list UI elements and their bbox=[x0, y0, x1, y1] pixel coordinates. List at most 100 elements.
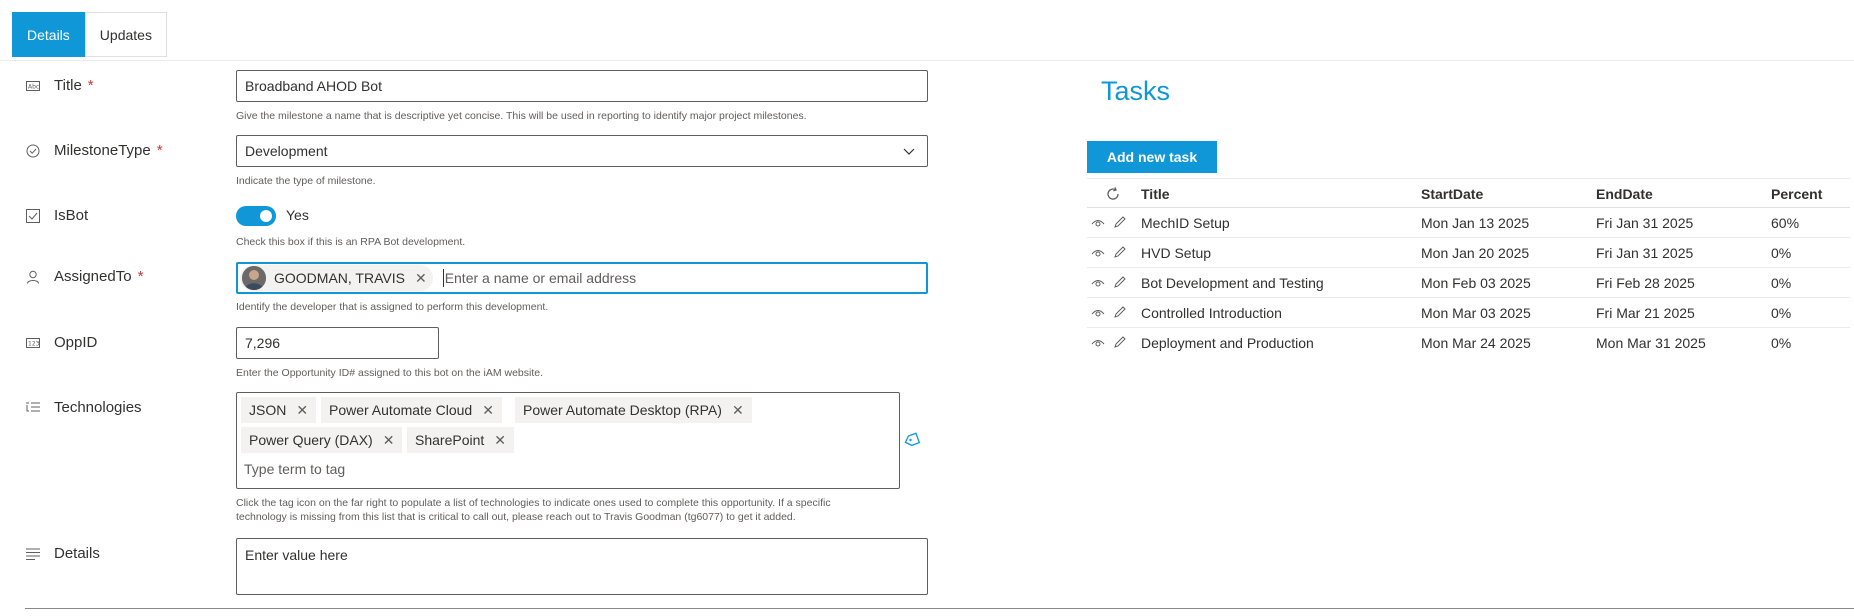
details-textarea[interactable]: Enter value here bbox=[236, 538, 928, 595]
tab-divider bbox=[0, 60, 1854, 61]
tag-power-query: Power Query (DAX) ✕ bbox=[241, 427, 403, 453]
edit-icon[interactable] bbox=[1113, 215, 1127, 232]
checkbox-icon bbox=[25, 208, 41, 224]
task-title: HVD Setup bbox=[1141, 245, 1212, 261]
technologies-help-2: technology is missing from this list tha… bbox=[236, 511, 796, 523]
remove-tag-icon[interactable]: ✕ bbox=[296, 402, 308, 419]
task-percent: 0% bbox=[1771, 335, 1792, 351]
person-icon bbox=[25, 269, 41, 285]
task-start: Mon Jan 13 2025 bbox=[1421, 215, 1530, 231]
bottom-divider bbox=[25, 608, 1854, 609]
avatar bbox=[242, 266, 266, 290]
chevron-down-icon bbox=[903, 144, 915, 160]
edit-icon[interactable] bbox=[1113, 335, 1127, 352]
tag-icon[interactable] bbox=[903, 432, 921, 451]
task-title: Bot Development and Testing bbox=[1141, 275, 1324, 291]
svg-text:123: 123 bbox=[28, 340, 40, 347]
check-circle-icon bbox=[25, 143, 41, 159]
table-row: Bot Development and Testing Mon Feb 03 2… bbox=[1087, 268, 1850, 298]
edit-icon[interactable] bbox=[1113, 305, 1127, 322]
task-end: Fri Feb 28 2025 bbox=[1596, 275, 1695, 291]
text-caret bbox=[442, 269, 444, 287]
edit-icon[interactable] bbox=[1113, 245, 1127, 262]
task-title: MechID Setup bbox=[1141, 215, 1230, 231]
number-field-icon: 123 bbox=[25, 335, 41, 351]
opp-id-help: Enter the Opportunity ID# assigned to th… bbox=[236, 367, 544, 379]
task-percent: 0% bbox=[1771, 305, 1792, 321]
view-icon[interactable] bbox=[1091, 335, 1105, 351]
is-bot-label: IsBot bbox=[25, 207, 88, 224]
svg-text:Abc: Abc bbox=[28, 83, 39, 90]
remove-tag-icon[interactable]: ✕ bbox=[494, 432, 506, 449]
technologies-label: Technologies bbox=[25, 399, 142, 416]
assigned-to-picker[interactable]: GOODMAN, TRAVIS ✕ Enter a name or email … bbox=[236, 262, 928, 294]
table-row: Controlled Introduction Mon Mar 03 2025 … bbox=[1087, 298, 1850, 328]
tasks-heading: Tasks bbox=[1101, 76, 1171, 106]
tasks-table: Title StartDate EndDate Percent MechID S… bbox=[1087, 178, 1850, 358]
column-header-percent[interactable]: Percent bbox=[1771, 179, 1822, 209]
edit-icon[interactable] bbox=[1113, 275, 1127, 292]
remove-tag-icon[interactable]: ✕ bbox=[383, 432, 395, 449]
task-end: Fri Jan 31 2025 bbox=[1596, 215, 1694, 231]
task-title: Deployment and Production bbox=[1141, 335, 1314, 351]
text-field-icon: Abc bbox=[25, 78, 41, 94]
table-row: MechID Setup Mon Jan 13 2025 Fri Jan 31 … bbox=[1087, 208, 1850, 238]
title-input[interactable]: Broadband AHOD Bot bbox=[236, 70, 928, 102]
list-icon bbox=[25, 400, 41, 416]
toggle-knob bbox=[260, 210, 272, 222]
details-label: Details bbox=[25, 545, 100, 562]
task-title: Controlled Introduction bbox=[1141, 305, 1282, 321]
task-start: Mon Mar 24 2025 bbox=[1421, 335, 1531, 351]
table-row: Deployment and Production Mon Mar 24 202… bbox=[1087, 328, 1850, 358]
task-end: Fri Mar 21 2025 bbox=[1596, 305, 1695, 321]
milestone-type-label: MilestoneType * bbox=[25, 142, 163, 159]
tag-input-placeholder[interactable]: Type term to tag bbox=[244, 461, 345, 477]
column-header-startdate[interactable]: StartDate bbox=[1421, 179, 1483, 209]
task-end: Mon Mar 31 2025 bbox=[1596, 335, 1706, 351]
table-row: HVD Setup Mon Jan 20 2025 Fri Jan 31 202… bbox=[1087, 238, 1850, 268]
remove-person-icon[interactable]: ✕ bbox=[415, 270, 427, 287]
task-start: Mon Feb 03 2025 bbox=[1421, 275, 1531, 291]
title-label: Abc Title * bbox=[25, 77, 94, 94]
column-header-title[interactable]: Title bbox=[1141, 179, 1170, 209]
remove-tag-icon[interactable]: ✕ bbox=[732, 402, 744, 419]
technologies-tag-picker[interactable]: JSON ✕ Power Automate Cloud ✕ Power Auto… bbox=[236, 392, 900, 489]
tag-power-automate-cloud: Power Automate Cloud ✕ bbox=[321, 397, 502, 423]
assigned-to-help: Identify the developer that is assigned … bbox=[236, 301, 549, 313]
tab-updates[interactable]: Updates bbox=[84, 12, 167, 57]
is-bot-help: Check this box if this is an RPA Bot dev… bbox=[236, 236, 466, 248]
view-icon[interactable] bbox=[1091, 245, 1105, 261]
tag-power-automate-desktop: Power Automate Desktop (RPA) ✕ bbox=[515, 397, 752, 423]
persona-name: GOODMAN, TRAVIS bbox=[274, 270, 405, 286]
persona-chip: GOODMAN, TRAVIS ✕ bbox=[240, 265, 433, 291]
view-icon[interactable] bbox=[1091, 305, 1105, 321]
add-new-task-button[interactable]: Add new task bbox=[1087, 141, 1217, 173]
milestone-type-dropdown[interactable]: Development bbox=[236, 135, 928, 167]
opp-id-input[interactable]: 7,296 bbox=[236, 327, 439, 359]
refresh-icon[interactable] bbox=[1105, 179, 1121, 209]
tag-sharepoint: SharePoint ✕ bbox=[407, 427, 515, 453]
tasks-table-header: Title StartDate EndDate Percent bbox=[1087, 178, 1850, 208]
view-icon[interactable] bbox=[1091, 215, 1105, 231]
milestone-type-help: Indicate the type of milestone. bbox=[236, 175, 376, 187]
task-start: Mon Jan 20 2025 bbox=[1421, 245, 1530, 261]
opp-id-label: 123 OppID bbox=[25, 334, 97, 351]
is-bot-toggle-text: Yes bbox=[286, 207, 309, 223]
text-lines-icon bbox=[25, 546, 41, 562]
task-start: Mon Mar 03 2025 bbox=[1421, 305, 1531, 321]
is-bot-toggle[interactable] bbox=[236, 206, 276, 226]
assigned-to-placeholder: Enter a name or email address bbox=[444, 270, 637, 286]
tab-details[interactable]: Details bbox=[12, 12, 85, 57]
assigned-to-label: AssignedTo * bbox=[25, 268, 143, 285]
task-percent: 0% bbox=[1771, 275, 1792, 291]
technologies-help-1: Click the tag icon on the far right to p… bbox=[236, 497, 831, 509]
view-icon[interactable] bbox=[1091, 275, 1105, 291]
column-header-enddate[interactable]: EndDate bbox=[1596, 179, 1653, 209]
title-help: Give the milestone a name that is descri… bbox=[236, 110, 807, 122]
remove-tag-icon[interactable]: ✕ bbox=[482, 402, 494, 419]
task-percent: 0% bbox=[1771, 245, 1792, 261]
tag-json: JSON ✕ bbox=[241, 397, 317, 423]
tab-bar: Details Updates bbox=[12, 12, 167, 57]
task-end: Fri Jan 31 2025 bbox=[1596, 245, 1694, 261]
task-percent: 60% bbox=[1771, 215, 1800, 231]
